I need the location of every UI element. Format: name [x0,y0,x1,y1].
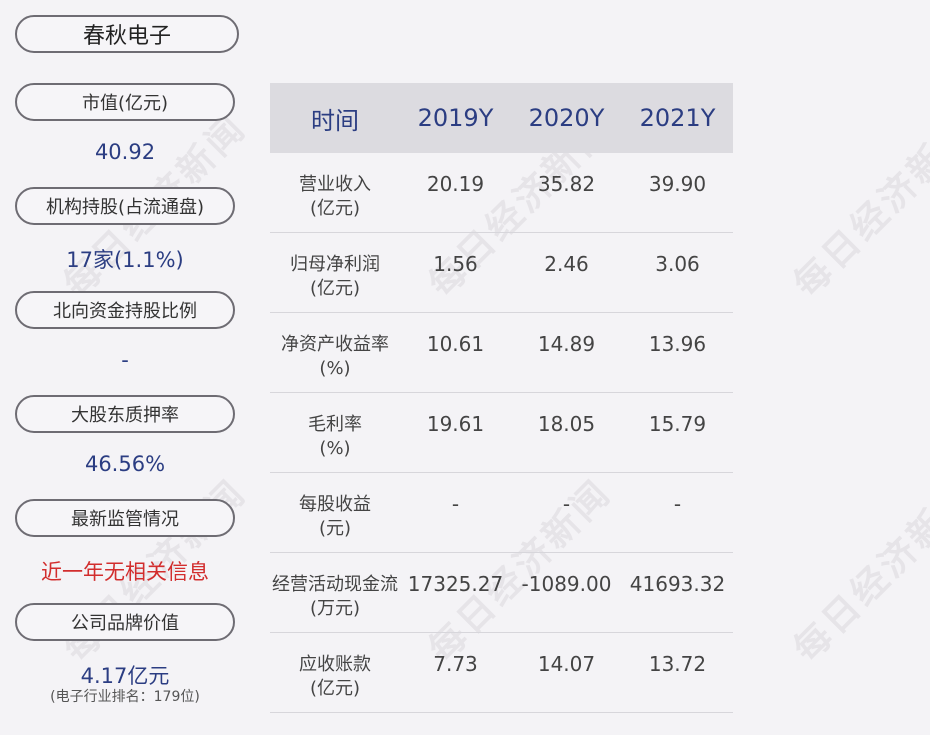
metric-label-market-cap: 市值(亿元) [15,83,235,121]
row-label: 应收账款 (亿元) [299,654,371,699]
watermark: 每日经济新闻 [786,106,930,306]
table-header: 时间 2019Y 2020Y 2021Y [270,83,733,153]
metric-value-market-cap: 40.92 [94,140,156,164]
row-label: 净资产收益率 (%) [281,334,389,379]
header-2021: 2021Y [639,104,716,132]
cell-value: 17325.27 [407,572,504,596]
metric-value-northbound: - [121,348,129,372]
cell-value: 20.19 [426,172,485,196]
table-row: 归母净利润 (亿元) 1.56 2.46 3.06 [270,233,733,313]
table-row: 净资产收益率 (%) 10.61 14.89 13.96 [270,313,733,393]
row-label: 每股收益 (元) [299,494,371,539]
financial-table: 时间 2019Y 2020Y 2021Y 营业收入 (亿元) 20.19 35.8… [270,83,733,713]
cell-value: - [451,492,460,516]
metric-label-northbound: 北向资金持股比例 [15,291,235,329]
cell-value: -1089.00 [521,572,612,596]
metric-label-pledge: 大股东质押率 [15,395,235,433]
cell-value: 10.61 [426,332,485,356]
metric-label-institutional: 机构持股(占流通盘) [15,187,235,225]
table-row: 应收账款 (亿元) 7.73 14.07 13.72 [270,633,733,713]
header-2020: 2020Y [528,104,605,132]
cell-value: 39.90 [648,172,707,196]
row-label: 归母净利润 (亿元) [290,254,380,299]
company-name: 春秋电子 [15,15,239,53]
table-row: 经营活动现金流 (万元) 17325.27 -1089.00 41693.32 [270,553,733,633]
cell-value: 35.82 [537,172,596,196]
metric-label-brand-value: 公司品牌价值 [15,603,235,641]
brand-rank-note: (电子行业排名：179位) [50,689,200,705]
cell-value: 1.56 [433,252,478,276]
cell-value: 7.73 [433,652,478,676]
cell-value: - [562,492,571,516]
cell-value: - [673,492,682,516]
row-label: 营业收入 (亿元) [299,174,371,219]
table-row: 每股收益 (元) - - - [270,473,733,553]
metric-label-regulatory: 最新监管情况 [15,499,235,537]
header-2019: 2019Y [417,104,494,132]
watermark: 每日经济新闻 [786,471,930,671]
cell-value: 14.07 [537,652,596,676]
cell-value: 41693.32 [629,572,726,596]
table-row: 营业收入 (亿元) 20.19 35.82 39.90 [270,153,733,233]
metric-value-institutional: 17家(1.1%) [66,248,184,272]
header-time: 时间 [311,106,359,135]
cell-value: 13.96 [648,332,707,356]
cell-value: 18.05 [537,412,596,436]
cell-value: 15.79 [648,412,707,436]
table-row: 毛利率 (%) 19.61 18.05 15.79 [270,393,733,473]
cell-value: 19.61 [426,412,485,436]
cell-value: 2.46 [544,252,589,276]
cell-value: 3.06 [655,252,700,276]
metric-value-regulatory: 近一年无相关信息 [41,560,209,584]
row-label: 经营活动现金流 (万元) [272,574,398,619]
row-label: 毛利率 (%) [308,414,362,459]
metric-value-pledge: 46.56% [84,452,166,476]
cell-value: 14.89 [537,332,596,356]
cell-value: 13.72 [648,652,707,676]
